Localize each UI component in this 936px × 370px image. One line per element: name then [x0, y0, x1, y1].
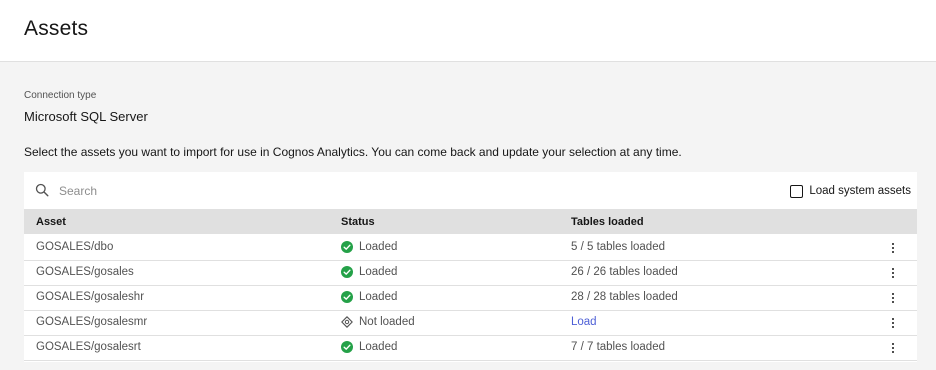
load-system-assets-toggle[interactable]: Load system assets — [790, 183, 911, 199]
asset-name: GOSALES/gosales — [36, 266, 134, 278]
column-header-asset[interactable]: Asset — [36, 216, 66, 228]
instructions-text: Select the assets you want to import for… — [24, 145, 682, 159]
tables-loaded-text: 26 / 26 tables loaded — [571, 266, 678, 278]
check-circle-icon — [341, 266, 353, 278]
asset-name: GOSALES/gosalesrt — [36, 341, 141, 353]
table-row[interactable]: GOSALES/dbo Loaded 5 / 5 tables loaded — [24, 236, 917, 261]
column-header-status[interactable]: Status — [341, 216, 375, 228]
table-row[interactable]: GOSALES/gosales Loaded 26 / 26 tables lo… — [24, 261, 917, 286]
status-text: Loaded — [359, 266, 398, 278]
overflow-menu-icon[interactable] — [887, 316, 899, 330]
search-bar: Load system assets — [24, 172, 917, 209]
overflow-menu-icon[interactable] — [887, 291, 899, 305]
status-cell: Not loaded — [341, 316, 415, 328]
table-row[interactable]: GOSALES/gosalesmr Not loaded Load — [24, 311, 917, 336]
status-text: Loaded — [359, 341, 398, 353]
tables-loaded-text: 7 / 7 tables loaded — [571, 341, 665, 353]
search-icon — [35, 183, 49, 197]
table-row[interactable]: GOSALES/gosaleshr Loaded 28 / 28 tables … — [24, 286, 917, 311]
check-circle-icon — [341, 341, 353, 353]
column-header-tables-loaded[interactable]: Tables loaded — [571, 216, 644, 228]
check-circle-icon — [341, 241, 353, 253]
status-cell: Loaded — [341, 341, 397, 353]
not-loaded-icon — [341, 316, 353, 328]
load-system-assets-checkbox[interactable] — [790, 184, 804, 198]
overflow-menu-icon[interactable] — [887, 341, 899, 355]
tables-loaded-text: 5 / 5 tables loaded — [571, 241, 665, 253]
connection-type-value: Microsoft SQL Server — [24, 109, 148, 124]
load-link[interactable]: Load — [571, 316, 597, 328]
assets-panel: Load system assets Asset Status Tables l… — [24, 172, 917, 362]
load-system-assets-label: Load system assets — [809, 185, 911, 197]
overflow-menu-icon[interactable] — [887, 266, 899, 280]
table-header: Asset Status Tables loaded — [24, 209, 917, 234]
connection-type-label: Connection type — [24, 90, 97, 101]
asset-name: GOSALES/dbo — [36, 241, 114, 253]
page-header: Assets — [0, 0, 936, 62]
asset-name: GOSALES/gosalesmr — [36, 316, 148, 328]
search-input[interactable] — [59, 180, 559, 202]
check-circle-icon — [341, 291, 353, 303]
page-title: Assets — [24, 17, 89, 40]
tables-loaded-text: 28 / 28 tables loaded — [571, 291, 678, 303]
status-cell: Loaded — [341, 291, 397, 303]
overflow-menu-icon[interactable] — [887, 241, 899, 255]
status-text: Not loaded — [359, 316, 415, 328]
status-text: Loaded — [359, 291, 398, 303]
status-cell: Loaded — [341, 266, 397, 278]
status-cell: Loaded — [341, 241, 397, 253]
asset-name: GOSALES/gosaleshr — [36, 291, 145, 303]
table-row[interactable]: GOSALES/gosalesrt Loaded 7 / 7 tables lo… — [24, 336, 917, 361]
status-text: Loaded — [359, 241, 398, 253]
